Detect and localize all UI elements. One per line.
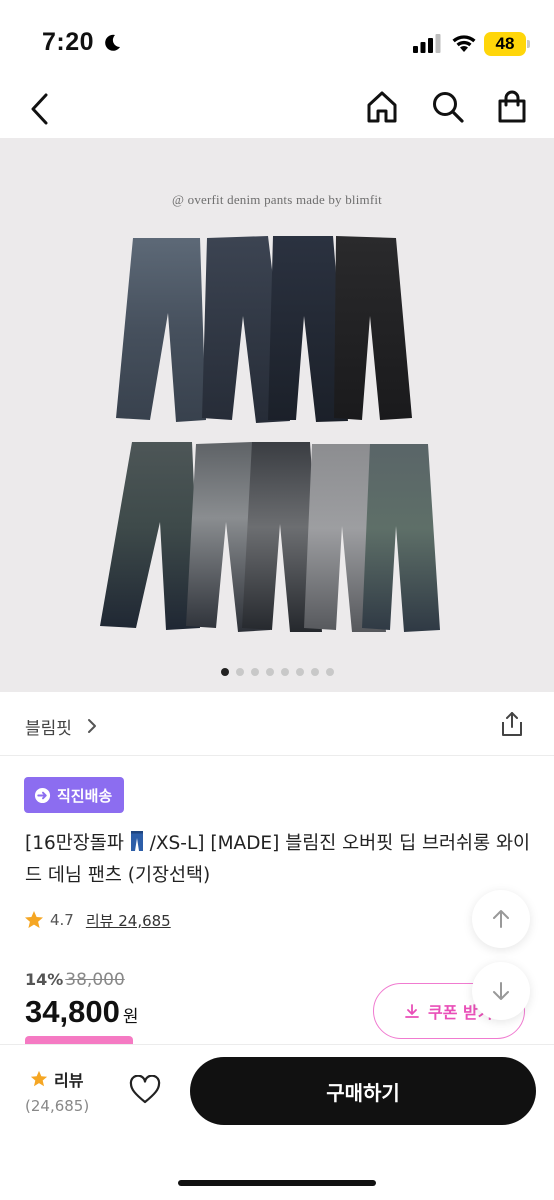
status-time: 7:20 bbox=[42, 28, 95, 56]
buy-button[interactable]: 구매하기 bbox=[190, 1057, 536, 1125]
top-nav bbox=[0, 88, 554, 138]
brand-row: 블림핏 bbox=[0, 692, 554, 756]
star-icon bbox=[25, 911, 43, 928]
rating-value: 4.7 bbox=[50, 911, 74, 929]
rating-row: 4.7 리뷰 24,685 bbox=[24, 906, 171, 934]
product-image-carousel[interactable]: @ overfit denim pants made by blimfit bbox=[0, 138, 554, 692]
battery-indicator: 48 bbox=[484, 32, 526, 56]
discount-rate: 14% bbox=[25, 970, 64, 989]
sale-price: 34,800 원 bbox=[25, 994, 138, 1030]
download-icon bbox=[405, 1004, 419, 1018]
jeans-photo bbox=[100, 236, 440, 632]
arrow-up-icon bbox=[493, 910, 509, 928]
carousel-dot[interactable] bbox=[310, 668, 319, 676]
carousel-indicator bbox=[0, 668, 554, 678]
carousel-dot[interactable] bbox=[280, 668, 289, 676]
original-price: 38,000 bbox=[65, 970, 125, 990]
carousel-dot[interactable] bbox=[250, 668, 259, 676]
home-indicator bbox=[178, 1180, 376, 1186]
carousel-dot[interactable] bbox=[265, 668, 274, 676]
badge-label: 직진배송 bbox=[57, 786, 113, 805]
chevron-right-icon[interactable] bbox=[86, 717, 98, 735]
carousel-dot[interactable] bbox=[220, 668, 229, 676]
heart-icon[interactable] bbox=[129, 1075, 161, 1105]
brand-link[interactable]: 블림핏 bbox=[25, 714, 72, 739]
product-title: [16만장돌파 /XS-L] [MADE] 블림진 오버핏 딥 브러쉬롱 와이드… bbox=[25, 828, 535, 892]
back-icon[interactable] bbox=[28, 92, 52, 126]
carousel-dot[interactable] bbox=[325, 668, 334, 676]
moon-icon bbox=[105, 34, 120, 51]
coupon-price-peek bbox=[25, 1036, 285, 1044]
battery-tip bbox=[527, 40, 530, 48]
price-info: 14% 38,000 bbox=[25, 970, 125, 990]
scroll-top-button[interactable] bbox=[472, 890, 530, 948]
bottom-review-label: 리뷰 bbox=[54, 1071, 84, 1090]
share-icon[interactable] bbox=[498, 710, 526, 738]
direct-delivery-badge: 직진배송 bbox=[24, 777, 125, 813]
carousel-dot[interactable] bbox=[235, 668, 244, 676]
sale-price-value: 34,800 bbox=[25, 994, 120, 1029]
delivery-arrow-icon bbox=[34, 787, 51, 803]
title-prefix: [16만장돌파 bbox=[25, 833, 124, 854]
home-icon[interactable] bbox=[366, 90, 398, 124]
status-bar: 7:20 48 bbox=[0, 0, 554, 88]
star-icon bbox=[30, 1070, 48, 1087]
jeans-icon bbox=[130, 831, 143, 851]
cellular-signal-icon bbox=[413, 34, 441, 53]
shopping-bag-icon[interactable] bbox=[496, 90, 528, 124]
bottom-review-count: (24,685) bbox=[25, 1097, 90, 1115]
currency-label: 원 bbox=[122, 1007, 139, 1026]
wifi-icon bbox=[452, 35, 476, 52]
review-count-link[interactable]: 리뷰 24,685 bbox=[86, 910, 171, 931]
scroll-bottom-button[interactable] bbox=[472, 962, 530, 1020]
arrow-down-icon bbox=[493, 982, 509, 1000]
bottom-action-bar: 리뷰 (24,685) 구매하기 bbox=[0, 1044, 554, 1200]
search-icon[interactable] bbox=[431, 90, 465, 124]
bottom-review[interactable]: 리뷰 bbox=[30, 1067, 83, 1091]
carousel-dot[interactable] bbox=[295, 668, 304, 676]
